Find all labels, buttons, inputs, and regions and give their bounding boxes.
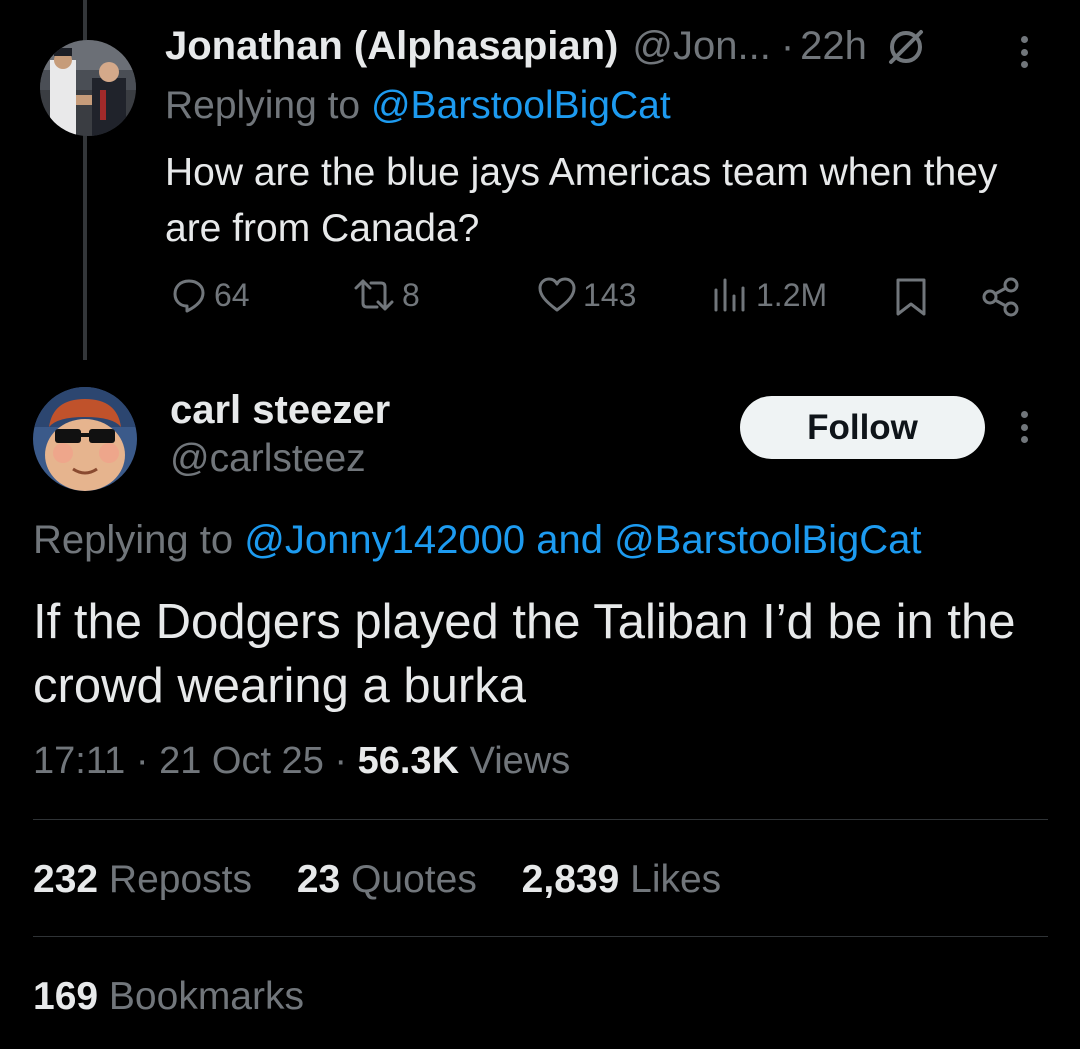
parent-handle[interactable]: @Jon...: [632, 24, 770, 69]
views-button[interactable]: 1.2M: [710, 276, 827, 314]
repost-icon: [354, 279, 394, 311]
heart-icon: [538, 277, 576, 312]
author-avatar[interactable]: [33, 387, 137, 491]
author-display-name[interactable]: carl steezer: [170, 388, 390, 433]
bookmarks-stat[interactable]: 169 Bookmarks: [33, 975, 304, 1019]
replying-to-link[interactable]: @BarstoolBigCat: [371, 84, 671, 127]
likes-stat[interactable]: 2,839 Likes: [522, 858, 722, 902]
parent-display-name[interactable]: Jonathan (Alphasapian): [165, 24, 618, 69]
main-tweet-text: If the Dodgers played the Taliban I’d be…: [33, 595, 1016, 713]
parent-more-icon[interactable]: [1021, 36, 1029, 68]
replying-and-text: and: [536, 518, 603, 562]
reply-count: 64: [214, 276, 250, 313]
bookmarks-total: 169: [33, 975, 99, 1018]
parent-action-bar: 64 8 143 1.2M: [165, 276, 1035, 326]
main-replying-to: Replying to @Jonny142000 and @BarstoolBi…: [33, 518, 921, 563]
parent-tweet-text: How are the blue jays Americas team when…: [165, 151, 998, 250]
reposts-label: Reposts: [108, 858, 252, 901]
views-count: 1.2M: [756, 276, 828, 313]
reply-button[interactable]: 64: [170, 276, 250, 314]
reposts-total: 232: [33, 858, 99, 901]
replying-to-link-2[interactable]: @BarstoolBigCat: [614, 518, 921, 562]
repost-button[interactable]: 8: [352, 276, 420, 314]
parent-header: Jonathan (Alphasapian) @Jon... · 22h: [165, 24, 927, 69]
quotes-total: 23: [296, 858, 341, 901]
replying-prefix-text: Replying to: [165, 84, 361, 127]
likes-label: Likes: [630, 858, 722, 901]
views-total: 56.3K: [357, 740, 460, 782]
follow-button[interactable]: Follow: [740, 396, 985, 459]
tweet-meta: 17:11 · 21 Oct 25 · 56.3K Views: [33, 740, 570, 783]
views-chart-icon: [714, 278, 745, 312]
views-label: Views: [469, 740, 571, 782]
parent-timestamp[interactable]: 22h: [800, 24, 867, 69]
engagement-stats: 232 Reposts 23 Quotes 2,839 Likes: [33, 858, 755, 902]
quotes-stat[interactable]: 23 Quotes: [297, 858, 477, 902]
grok-icon[interactable]: [885, 26, 927, 68]
reposts-stat[interactable]: 232 Reposts: [33, 858, 252, 902]
author-handle[interactable]: @carlsteez: [170, 437, 366, 481]
parent-separator: ·: [780, 24, 795, 68]
likes-total: 2,839: [521, 858, 620, 901]
author-more-icon[interactable]: [1021, 411, 1029, 443]
parent-avatar[interactable]: [40, 40, 136, 136]
divider-top: [33, 819, 1048, 820]
meta-separator-1: ·: [135, 740, 149, 782]
repost-count: 8: [402, 276, 420, 313]
tweet-time[interactable]: 17:11: [33, 740, 125, 782]
bookmark-button[interactable]: [893, 276, 935, 318]
bookmarks-label: Bookmarks: [108, 975, 304, 1018]
reply-icon: [173, 279, 205, 313]
quotes-label: Quotes: [351, 858, 477, 901]
like-count: 143: [583, 276, 637, 313]
share-icon: [982, 277, 1019, 317]
share-button[interactable]: [980, 276, 1028, 318]
parent-replying-to: Replying to @BarstoolBigCat: [165, 84, 671, 128]
divider-bottom: [33, 936, 1048, 937]
like-button[interactable]: 143: [537, 276, 636, 314]
tweet-date[interactable]: 21 Oct 25: [159, 740, 324, 782]
replying-to-link-1[interactable]: @Jonny142000: [244, 518, 525, 562]
meta-separator-2: ·: [334, 740, 348, 782]
bookmark-icon: [896, 278, 926, 316]
main-replying-prefix: Replying to: [33, 518, 234, 562]
